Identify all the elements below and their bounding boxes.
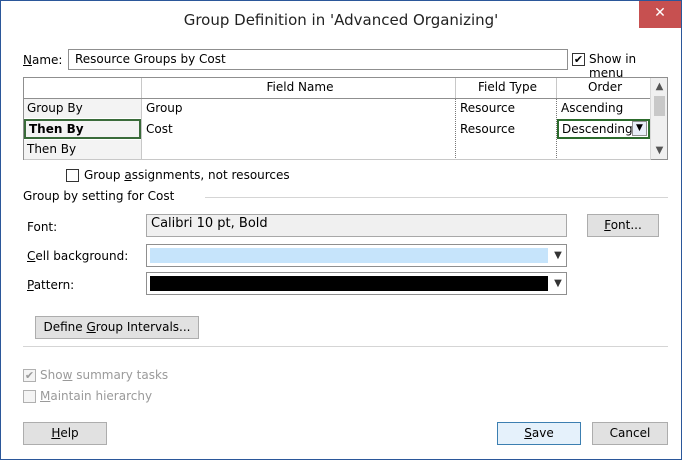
pattern-label: Pattern: [27,278,75,292]
chevron-down-icon[interactable]: ▼ [549,274,567,293]
cell-field-name[interactable] [143,140,453,159]
group-setting-heading: Group by setting for Cost [23,189,175,203]
close-icon: ✕ [654,5,666,21]
name-label: Name: [23,53,63,67]
order-combo-value: Descending [562,122,633,136]
grid-divider [141,78,142,159]
cell-field-type[interactable]: Resource [457,120,555,139]
show-in-menu-label: Show in menu [589,52,637,80]
grid-header-field-name: Field Name [142,78,455,97]
group-assignments-label: Group assignments, not resources [84,168,290,182]
group-definition-dialog: Group Definition in 'Advanced Organizing… [0,0,682,460]
maintain-hierarchy-label: Maintain hierarchy [40,389,153,403]
define-group-intervals-button[interactable]: Define Group Intervals... [35,316,199,339]
cell-field-name[interactable]: Group [143,99,453,118]
grid-divider [556,78,557,98]
font-display: Calibri 10 pt, Bold [146,214,567,237]
scroll-up-icon[interactable]: ▲ [651,78,668,95]
close-button[interactable]: ✕ [639,1,681,28]
row-header-then-by-2[interactable]: Then By [24,140,141,159]
cell-field-type[interactable]: Resource [457,99,555,118]
group-assignments-checkbox[interactable] [66,169,79,182]
grid-header-field-type: Field Type [456,78,556,97]
maintain-hierarchy-checkbox[interactable] [23,390,36,403]
group-fields-grid[interactable]: Field Name Field Type Order Group By The… [23,77,668,160]
cancel-button[interactable]: Cancel [592,422,668,445]
grid-divider [24,159,651,160]
row-header-group-by[interactable]: Group By [24,99,141,118]
name-input[interactable]: Resource Groups by Cost [68,49,568,70]
grid-divider [455,98,456,160]
section-divider [205,197,668,198]
show-summary-tasks-checkbox[interactable]: ✔ [23,369,36,382]
help-button[interactable]: Help [23,422,107,445]
pattern-swatch [150,276,548,291]
chevron-down-icon: ▼ [636,123,643,133]
cell-order[interactable] [558,140,650,159]
dialog-content: Name: Resource Groups by Cost ✔ Show in … [9,41,673,453]
grid-header-corner [24,78,141,97]
section-divider [23,346,668,347]
cell-field-name[interactable]: Cost [143,120,453,139]
scroll-down-icon[interactable]: ▼ [651,142,668,159]
cell-field-type[interactable] [457,140,555,159]
grid-divider [455,78,456,98]
cell-background-label: Cell background: [27,249,129,263]
order-dropdown-button[interactable]: ▼ [632,121,647,136]
font-button[interactable]: Font... [587,214,659,237]
grid-header-order: Order [557,78,650,97]
dialog-title: Group Definition in 'Advanced Organizing… [183,11,499,29]
row-header-then-by-1[interactable]: Then By [24,119,141,139]
show-in-menu-checkbox[interactable]: ✔ [572,53,585,66]
font-label: Font: [27,220,58,234]
chevron-down-icon[interactable]: ▼ [549,246,567,265]
title-bar: Group Definition in 'Advanced Organizing… [1,1,681,41]
show-summary-tasks-label: Show summary tasks [40,368,169,382]
cell-background-swatch [150,248,548,263]
scroll-thumb[interactable] [654,96,665,116]
save-button[interactable]: Save [497,422,581,445]
grid-scrollbar[interactable]: ▲ ▼ [650,78,667,159]
cell-order[interactable]: Ascending [558,99,650,118]
